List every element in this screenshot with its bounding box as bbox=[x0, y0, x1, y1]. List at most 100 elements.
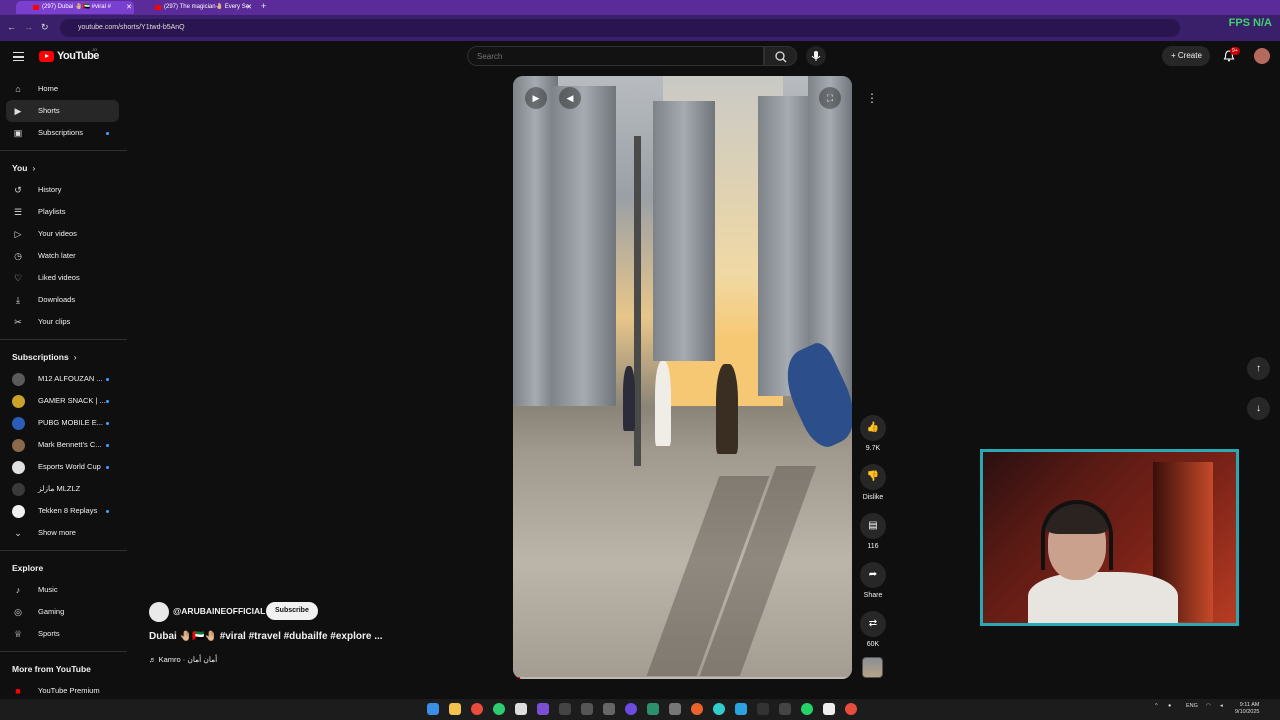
voice-search-button[interactable] bbox=[806, 46, 826, 66]
share-button[interactable]: ➦ Share bbox=[859, 562, 887, 611]
sidebar-heading-subscriptions[interactable]: Subscriptions › bbox=[0, 346, 127, 368]
sidebar-item-your-clips[interactable]: ✂ Your clips bbox=[0, 311, 127, 333]
channel-row: @ARUBAINEOFFICIAL Subscribe bbox=[149, 601, 489, 622]
url-field[interactable]: youtube.com/shorts/Y1twd-b5AnQ bbox=[60, 19, 1180, 37]
taskbar-clock[interactable]: 9:11 AM 9/10/2025 bbox=[1235, 702, 1259, 716]
app-icon[interactable] bbox=[713, 703, 725, 715]
reload-icon[interactable]: ↻ bbox=[41, 22, 49, 33]
sidebar-item-shorts[interactable]: ▶ Shorts bbox=[6, 100, 119, 122]
wifi-icon[interactable]: ◠ bbox=[1206, 703, 1211, 709]
like-button[interactable]: 👍 9.7K bbox=[859, 415, 887, 464]
show-more-button[interactable]: ⌄ Show more bbox=[0, 522, 127, 544]
like-count: 9.7K bbox=[865, 445, 881, 452]
notification-badge: 9+ bbox=[1230, 47, 1240, 55]
chrome-icon[interactable] bbox=[471, 703, 483, 715]
sidebar-item-playlists[interactable]: ☰ Playlists bbox=[0, 201, 127, 223]
subscription-channel[interactable]: M12 ALFOUZAN ... bbox=[0, 368, 127, 390]
subscription-channel[interactable]: مازلز MLZLZ bbox=[0, 478, 127, 500]
subscribe-button[interactable]: Subscribe bbox=[266, 602, 318, 620]
volume-icon[interactable]: ◂ bbox=[1220, 703, 1223, 709]
subscription-channel[interactable]: Mark Bennett's C... bbox=[0, 434, 127, 456]
volume-icon[interactable]: ◀ bbox=[559, 87, 581, 109]
tray-app-icon[interactable]: ● bbox=[1168, 703, 1171, 709]
sidebar-item-label: Sports bbox=[38, 629, 60, 638]
youtube-premium-icon: ■ bbox=[15, 686, 21, 696]
sidebar-item-sports[interactable]: ♕ Sports bbox=[0, 623, 127, 645]
music-credit[interactable]: ♬ Kamro · أمان أمان bbox=[149, 655, 217, 664]
more-options-icon[interactable]: ⋮ bbox=[861, 87, 883, 109]
browser-tab-magician[interactable]: (297) The magician🤚🏼 Every Se ✕ bbox=[138, 1, 254, 14]
previous-short-button[interactable]: ↑ bbox=[1247, 357, 1270, 380]
search-button[interactable] bbox=[764, 46, 797, 66]
sidebar-item-label: Home bbox=[38, 84, 59, 93]
app-icon[interactable] bbox=[669, 703, 681, 715]
remix-button[interactable]: ⇄ 60K bbox=[859, 611, 887, 660]
create-label: Create bbox=[1177, 51, 1202, 60]
youtube-logo-icon[interactable] bbox=[39, 51, 54, 62]
telegram-icon[interactable] bbox=[735, 703, 747, 715]
app-icon[interactable] bbox=[559, 703, 571, 715]
forward-icon[interactable]: → bbox=[24, 22, 33, 32]
search-input[interactable] bbox=[467, 46, 764, 66]
channel-label: PUBG MOBILE E... bbox=[38, 418, 104, 427]
chevron-down-icon: ⌄ bbox=[14, 528, 22, 538]
edge-icon[interactable] bbox=[493, 703, 505, 715]
app-icon[interactable] bbox=[823, 703, 835, 715]
play-icon[interactable]: ▶ bbox=[525, 87, 547, 109]
sidebar-heading-you[interactable]: You › bbox=[0, 157, 127, 179]
short-title[interactable]: Dubai 🤚🏼🇦🇪🤚🏼 #viral #travel #dubailfe #e… bbox=[149, 631, 383, 642]
tray-chevron-icon[interactable]: ^ bbox=[1155, 703, 1158, 709]
channel-avatar bbox=[12, 395, 25, 408]
app-icon[interactable] bbox=[603, 703, 615, 715]
short-video-player[interactable]: ▶ ◀ ⛶ bbox=[513, 76, 852, 679]
channel-label: M12 ALFOUZAN ... bbox=[38, 374, 103, 383]
create-button[interactable]: + Create bbox=[1162, 46, 1210, 66]
app-icon[interactable] bbox=[581, 703, 593, 715]
app-icon[interactable] bbox=[647, 703, 659, 715]
close-tab-icon[interactable]: ✕ bbox=[126, 1, 132, 14]
back-icon[interactable]: ← bbox=[7, 22, 16, 32]
browser-tab-dubai[interactable]: (297) Dubai 🤚🏼🇦🇪 #viral # ✕ bbox=[16, 1, 134, 14]
subscription-channel[interactable]: Tekken 8 Replays bbox=[0, 500, 127, 522]
sidebar-item-home[interactable]: ⌂ Home bbox=[0, 78, 127, 100]
file-explorer-icon[interactable] bbox=[449, 703, 461, 715]
sidebar-item-music[interactable]: ♪ Music bbox=[0, 579, 127, 601]
sidebar-item-history[interactable]: ↺ History bbox=[0, 179, 127, 201]
sidebar-item-downloads[interactable]: ⤓ Downloads bbox=[0, 289, 127, 311]
sidebar-item-label: Your videos bbox=[38, 229, 77, 238]
app-icon[interactable] bbox=[757, 703, 769, 715]
close-tab-icon[interactable]: ✕ bbox=[246, 1, 252, 14]
channel-avatar[interactable] bbox=[149, 602, 169, 622]
app-icon[interactable] bbox=[779, 703, 791, 715]
channel-name[interactable]: @ARUBAINEOFFICIAL bbox=[173, 606, 265, 616]
fullscreen-icon[interactable]: ⛶ bbox=[819, 87, 841, 109]
channel-label: مازلز MLZLZ bbox=[38, 484, 81, 493]
app-icon[interactable] bbox=[515, 703, 527, 715]
app-icon[interactable] bbox=[537, 703, 549, 715]
sidebar-item-watch-later[interactable]: ◷ Watch later bbox=[0, 245, 127, 267]
chrome-icon[interactable] bbox=[845, 703, 857, 715]
comments-button[interactable]: ▤ 116 bbox=[859, 513, 887, 562]
video-progress-bar[interactable] bbox=[513, 677, 852, 679]
browser-tab-strip: (297) Dubai 🤚🏼🇦🇪 #viral # ✕ (297) The ma… bbox=[0, 0, 1280, 15]
dislike-button[interactable]: 👎 Dislike bbox=[859, 464, 887, 513]
channel-avatar bbox=[12, 505, 25, 518]
subscription-channel[interactable]: PUBG MOBILE E... bbox=[0, 412, 127, 434]
sidebar-item-your-videos[interactable]: ▷ Your videos bbox=[0, 223, 127, 245]
next-short-button[interactable]: ↓ bbox=[1247, 397, 1270, 420]
language-indicator[interactable]: ENG bbox=[1186, 703, 1198, 709]
sound-thumbnail[interactable] bbox=[862, 657, 883, 678]
whatsapp-icon[interactable] bbox=[801, 703, 813, 715]
subscription-channel[interactable]: Esports World Cup bbox=[0, 456, 127, 478]
app-icon[interactable] bbox=[625, 703, 637, 715]
new-tab-icon[interactable]: + bbox=[261, 1, 266, 11]
app-icon[interactable] bbox=[691, 703, 703, 715]
menu-icon[interactable] bbox=[13, 52, 24, 61]
windows-taskbar: ^ ● ENG ◠ ◂ 9:11 AM 9/10/2025 bbox=[0, 699, 1280, 720]
sidebar-item-gaming[interactable]: ◎ Gaming bbox=[0, 601, 127, 623]
subscription-channel[interactable]: GAMER SNACK | ... bbox=[0, 390, 127, 412]
sidebar-item-subscriptions[interactable]: ▣ Subscriptions bbox=[0, 122, 127, 144]
windows-start-icon[interactable] bbox=[427, 703, 439, 715]
sidebar-item-liked-videos[interactable]: ♡ Liked videos bbox=[0, 267, 127, 289]
account-avatar[interactable] bbox=[1254, 48, 1270, 64]
